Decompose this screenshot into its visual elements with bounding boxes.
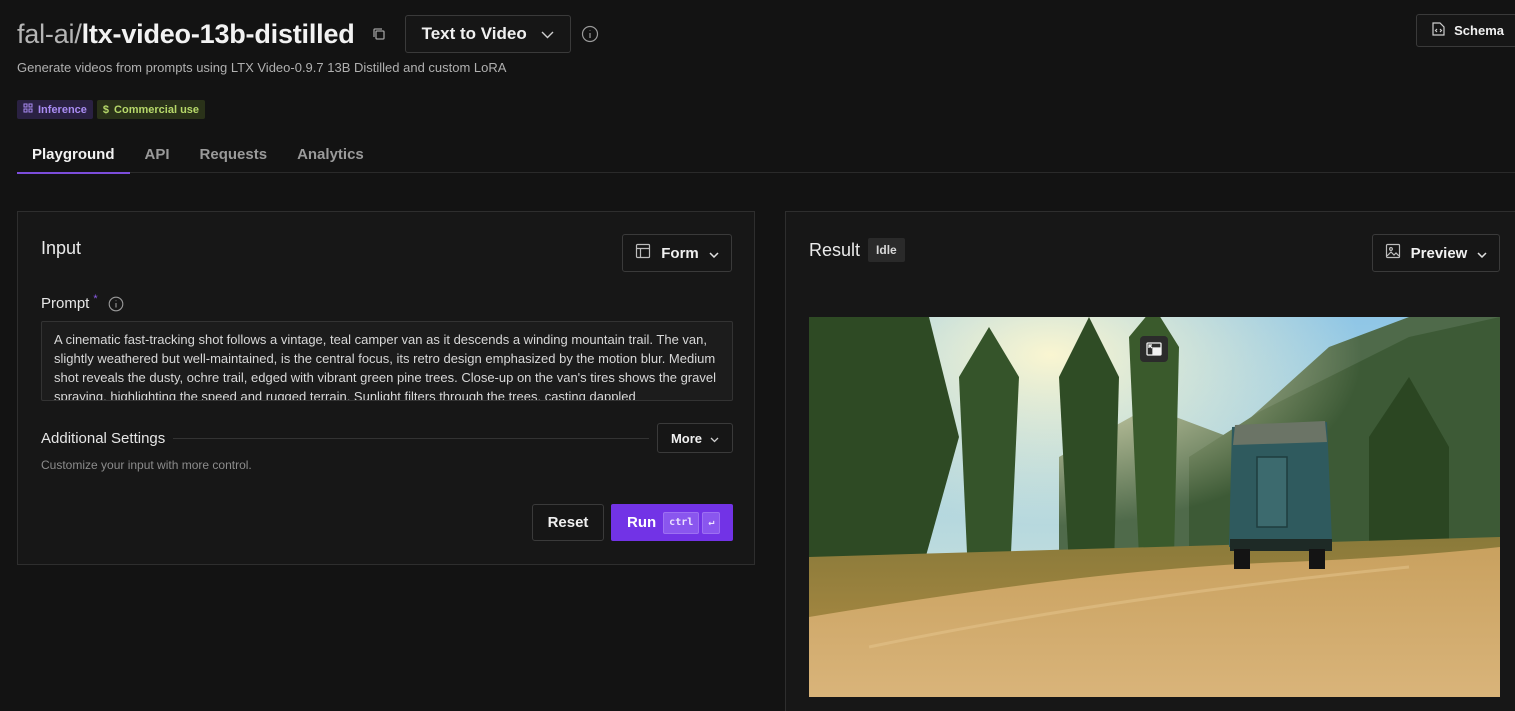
info-icon[interactable] xyxy=(581,25,599,43)
header: fal-ai/ltx-video-13b-distilled Text to V… xyxy=(17,14,1515,54)
inference-badge-label: Inference xyxy=(38,103,87,116)
dollar-icon: $ xyxy=(102,103,110,116)
copy-icon[interactable] xyxy=(369,24,389,44)
layout-icon xyxy=(635,243,651,263)
chevron-down-icon xyxy=(710,431,719,446)
input-panel: Input Form Prompt * A cinematic fast-tra… xyxy=(17,211,755,565)
kbd-ctrl: ctrl xyxy=(663,511,700,534)
page: fal-ai/ltx-video-13b-distilled Text to V… xyxy=(0,0,1515,711)
more-button[interactable]: More xyxy=(657,423,733,453)
prompt-textarea[interactable]: A cinematic fast-tracking shot follows a… xyxy=(41,321,733,401)
van xyxy=(1229,421,1332,569)
prompt-label-text: Prompt xyxy=(41,295,90,312)
additional-settings-row: Additional Settings More xyxy=(41,423,733,453)
badges: Inference $ Commercial use xyxy=(17,100,206,119)
mode-select[interactable]: Text to Video xyxy=(404,15,571,53)
chevron-down-icon xyxy=(1477,245,1487,262)
preview-label: Preview xyxy=(1410,244,1468,262)
inference-badge: Inference xyxy=(17,100,93,119)
more-label: More xyxy=(670,430,703,446)
commercial-badge: $ Commercial use xyxy=(96,100,206,119)
info-icon[interactable] xyxy=(108,296,124,312)
divider xyxy=(173,437,649,439)
picture-in-picture-icon[interactable] xyxy=(1140,336,1168,362)
org-name: fal-ai/ xyxy=(17,18,82,49)
result-header: Result Idle xyxy=(809,238,905,262)
enter-icon: ↵ xyxy=(702,511,721,534)
mode-select-label: Text to Video xyxy=(421,24,527,43)
run-label: Run xyxy=(627,514,657,531)
additional-settings-description: Customize your input with more control. xyxy=(41,458,252,472)
video-frame xyxy=(809,317,1500,697)
chevron-down-icon xyxy=(541,24,554,44)
run-button[interactable]: Run ctrl ↵ xyxy=(611,504,733,541)
chevron-down-icon xyxy=(709,245,719,262)
model-name: ltx-video-13b-distilled xyxy=(81,18,355,49)
video-player[interactable] xyxy=(809,317,1500,697)
result-panel: Result Idle Preview xyxy=(785,211,1515,711)
prompt-label: Prompt * xyxy=(41,292,124,312)
tab-analytics[interactable]: Analytics xyxy=(282,136,379,173)
form-label: Form xyxy=(661,244,699,262)
page-title: fal-ai/ltx-video-13b-distilled xyxy=(17,19,355,50)
additional-settings-title: Additional Settings xyxy=(41,429,166,447)
tab-api[interactable]: API xyxy=(130,136,185,173)
schema-button[interactable]: Schema xyxy=(1416,14,1515,47)
commercial-badge-label: Commercial use xyxy=(114,103,200,116)
page-subtitle: Generate videos from prompts using LTX V… xyxy=(17,60,507,75)
input-title: Input xyxy=(41,238,82,258)
form-toggle-button[interactable]: Form xyxy=(622,234,732,272)
grid-icon xyxy=(23,103,33,116)
tab-playground[interactable]: Playground xyxy=(17,136,130,174)
tab-bar: Playground API Requests Analytics xyxy=(17,136,1515,174)
tab-requests[interactable]: Requests xyxy=(185,136,283,173)
status-badge: Idle xyxy=(868,238,905,262)
image-icon xyxy=(1385,243,1401,263)
required-mark: * xyxy=(93,292,98,305)
schema-label: Schema xyxy=(1454,23,1504,38)
result-title: Result xyxy=(809,239,861,260)
preview-button[interactable]: Preview xyxy=(1372,234,1500,272)
reset-button[interactable]: Reset xyxy=(532,504,604,541)
schema-icon xyxy=(1431,21,1446,40)
